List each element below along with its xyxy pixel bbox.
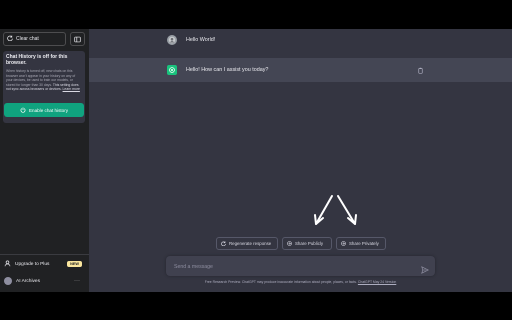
account-name: AI Archives — [16, 278, 40, 284]
avatar — [4, 277, 12, 285]
sidebar-toggle-icon — [74, 30, 81, 48]
history-title: Chat History is off for this browser. — [6, 54, 68, 66]
app-window: Clear chat Chat History is off for this … — [0, 29, 512, 292]
clear-chat-button[interactable]: Clear chat — [3, 32, 66, 46]
message-input[interactable] — [172, 260, 416, 274]
footer-disclaimer: Free Research Preview. ChatGPT may produ… — [89, 280, 512, 284]
user-icon — [4, 260, 11, 269]
bot-logo-icon — [167, 65, 177, 75]
history-text: When history is turned off, new chats on… — [6, 69, 82, 92]
share-publicly-button[interactable]: Share Publicly — [282, 237, 332, 250]
sidebar-toggle-button[interactable] — [70, 32, 85, 46]
sidebar: Clear chat Chat History is off for this … — [0, 29, 89, 292]
clipboard-icon[interactable] — [417, 61, 424, 79]
learn-more-link[interactable]: Learn more — [63, 87, 80, 91]
user-message-text: Hello World! — [186, 37, 216, 43]
footer-text: Free Research Preview. ChatGPT may produ… — [204, 280, 357, 284]
enable-chat-history-button[interactable]: Enable chat history — [4, 103, 84, 117]
share-privately-button[interactable]: Share Privately — [336, 237, 386, 250]
upgrade-to-plus-button[interactable]: Upgrade to Plus NEW — [4, 258, 86, 270]
power-icon — [20, 106, 26, 114]
share-publicly-label: Share Publicly — [295, 241, 324, 246]
share-icon — [287, 240, 292, 247]
clear-chat-label: Clear chat — [16, 36, 39, 42]
account-menu-button[interactable]: AI Archives ··· — [4, 275, 86, 287]
assistant-message-row: Hello! How can I assist you today? — [89, 58, 512, 82]
share-privately-label: Share Privately — [349, 241, 379, 246]
sidebar-footer: Upgrade to Plus NEW AI Archives ··· — [0, 254, 89, 292]
new-badge: NEW — [67, 261, 82, 267]
upgrade-label: Upgrade to Plus — [15, 261, 50, 267]
regenerate-response-button[interactable]: Regenerate response — [216, 237, 278, 250]
version-link[interactable]: ChatGPT May 24 Version — [358, 280, 396, 284]
more-icon: ··· — [74, 278, 80, 284]
share-icon — [341, 240, 346, 247]
regenerate-icon — [221, 240, 226, 247]
send-icon[interactable] — [421, 261, 430, 279]
user-avatar-icon — [167, 35, 177, 45]
regenerate-label: Regenerate response — [229, 241, 272, 246]
enable-chat-history-label: Enable chat history — [28, 107, 69, 113]
message-composer — [166, 256, 435, 276]
user-message-row: Hello World! — [89, 29, 512, 52]
assistant-message-text: Hello! How can I assist you today? — [186, 67, 269, 73]
refresh-icon — [7, 35, 13, 43]
